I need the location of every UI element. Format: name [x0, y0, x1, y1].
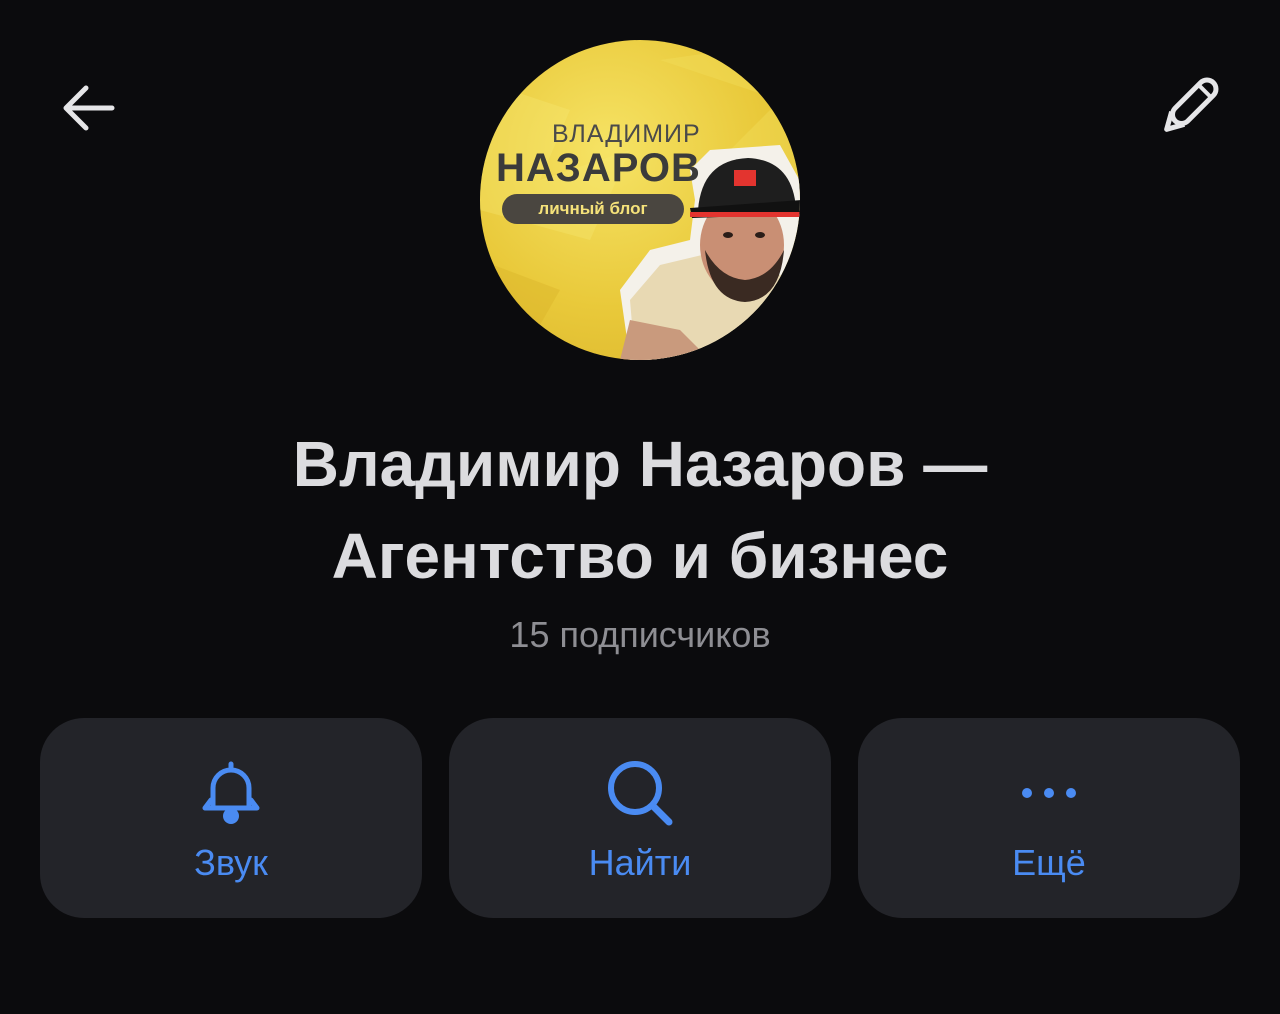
action-buttons: Звук Найти Ещё — [40, 718, 1240, 918]
arrow-left-icon — [63, 85, 115, 131]
sound-button[interactable]: Звук — [40, 718, 422, 918]
avatar-brand-tagline: личный блог — [502, 194, 684, 224]
channel-title-line2: Агентство и бизнес — [331, 520, 949, 592]
more-dots-icon — [1022, 788, 1076, 798]
pencil-icon — [1164, 77, 1219, 132]
sound-button-label: Звук — [194, 842, 268, 883]
search-button-label: Найти — [588, 842, 692, 883]
back-button[interactable] — [48, 68, 128, 148]
search-icon — [608, 761, 673, 826]
channel-title: Владимир Назаров — Агентство и бизнес — [140, 418, 1140, 602]
edit-button[interactable] — [1148, 64, 1232, 148]
bell-icon — [202, 761, 260, 824]
subscriber-count: 15 подписчиков — [509, 614, 771, 655]
channel-title-line1: Владимир Назаров — — [292, 428, 988, 500]
avatar-brand-lastname: НАЗАРОВ — [496, 146, 701, 190]
search-button[interactable]: Найти — [449, 718, 831, 918]
more-button[interactable]: Ещё — [858, 718, 1240, 918]
more-button-label: Ещё — [1012, 842, 1086, 883]
channel-avatar[interactable]: ВЛАДИМИР НАЗАРОВ личный блог — [480, 40, 800, 360]
avatar-brand-firstname: ВЛАДИМИР — [552, 120, 701, 148]
